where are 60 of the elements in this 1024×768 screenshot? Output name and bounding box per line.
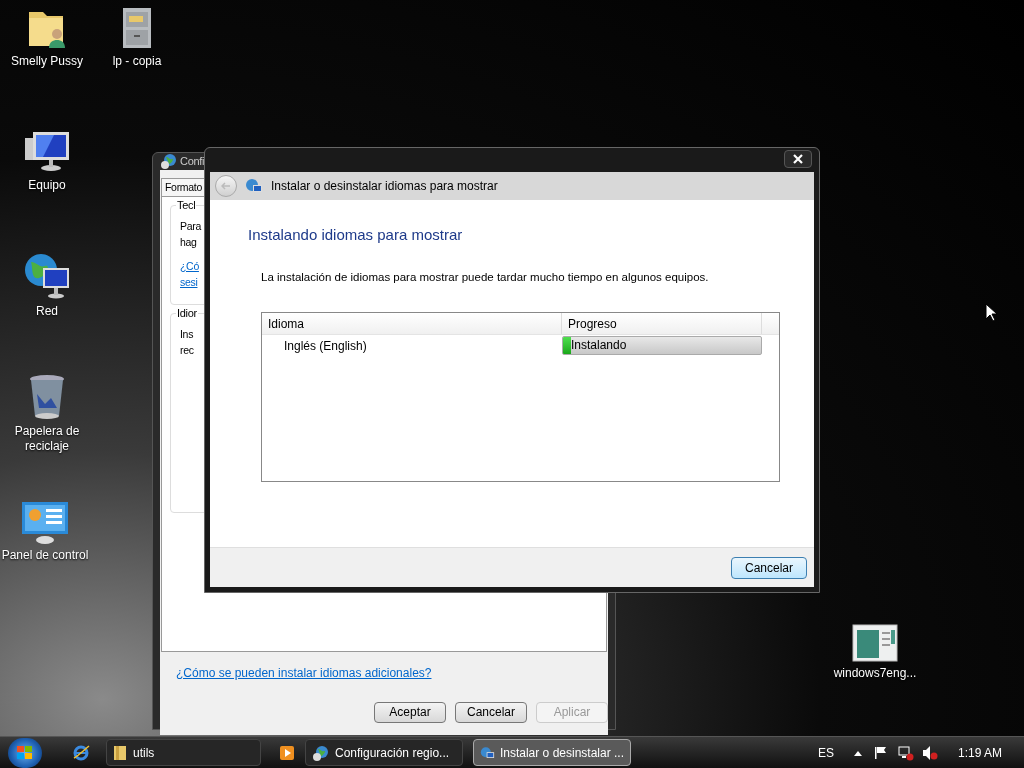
close-icon [793, 154, 803, 164]
network-icon [23, 252, 71, 300]
desktop-icon-label: Smelly Pussy [11, 54, 83, 69]
column-header[interactable]: Idioma [262, 312, 562, 334]
globe-icon [160, 153, 178, 170]
cancel-button[interactable]: Cancelar [731, 556, 807, 579]
language-indicator[interactable]: ES [817, 743, 834, 762]
media-player-icon[interactable] [279, 744, 295, 761]
computer-icon [23, 130, 71, 174]
muted-speaker-icon[interactable] [921, 744, 938, 761]
browser-icon[interactable] [72, 743, 90, 762]
control-panel-icon [20, 500, 70, 544]
dialog-button[interactable]: Aceptar [374, 701, 446, 723]
desktop-icon[interactable]: lp - copia [92, 6, 182, 69]
window-title: Confi [180, 154, 205, 169]
globe-monitor-icon [480, 744, 495, 761]
windows-flag-icon [17, 745, 33, 760]
taskbar-button[interactable]: utils [106, 739, 261, 766]
link[interactable]: ¿Cómo se pueden instalar idiomas adicionales? [176, 665, 432, 680]
desktop-icon-label: lp - copia [112, 54, 162, 69]
taskbar-button[interactable]: Instalar o desinstalar ... [473, 739, 631, 766]
tab[interactable]: Formato [161, 177, 206, 196]
flag-icon[interactable] [873, 745, 888, 760]
desktop-icon-label: Red [36, 304, 58, 319]
group-text: Ins [180, 326, 194, 342]
desktop-icon[interactable]: Red [2, 252, 92, 319]
group-text: rec [180, 342, 194, 358]
desktop-icon-label: Equipo [28, 178, 66, 193]
desktop-icon[interactable]: Equipo [2, 130, 92, 193]
document-window-icon [852, 624, 898, 662]
mouse-pointer-icon [985, 303, 997, 322]
folder-icon [113, 744, 127, 761]
recycle-bin-icon [27, 374, 67, 420]
progress-status: Instalando [571, 337, 627, 355]
link[interactable]: sesi [180, 273, 198, 290]
desktop-icon-label: Panel de control [1, 548, 89, 563]
clock[interactable]: 1:19 AM [957, 743, 1002, 762]
start-button[interactable] [8, 737, 42, 768]
description-text: La instalación de idiomas para mostrar puede tardar mucho tiempo en algunos equipos. [261, 269, 710, 285]
dialog-heading: Instalando idiomas para mostrar [248, 225, 464, 245]
desktop-icon-label: Papelera de reciclaje [13, 424, 81, 454]
up-arrow-icon[interactable] [853, 749, 862, 756]
desktop-icon[interactable]: Papelera de reciclaje [2, 374, 92, 454]
desktop-icon[interactable]: Panel de control [0, 500, 90, 563]
language-name: Inglés (English) [283, 337, 368, 355]
column-header[interactable]: Progreso [562, 312, 762, 334]
back-arrow-icon [221, 182, 231, 190]
network-status-icon[interactable] [897, 744, 914, 761]
group-text: hag [180, 234, 197, 250]
link[interactable]: ¿Có [180, 257, 199, 274]
globe-monitor-icon [245, 178, 263, 194]
dialog-button[interactable]: Cancelar [455, 701, 527, 723]
close-button[interactable] [784, 150, 812, 168]
globe-icon [312, 744, 330, 761]
navigation-title: Instalar o desinstalar idiomas para mostrar [271, 178, 498, 195]
desktop-icon[interactable]: windows7eng... [830, 624, 920, 681]
taskbar-button[interactable]: Configuración regio... [305, 739, 463, 766]
group-text: Para [180, 218, 201, 234]
desktop-icon-label: windows7eng... [833, 666, 917, 681]
desktop-icon[interactable]: Smelly Pussy [2, 6, 92, 69]
